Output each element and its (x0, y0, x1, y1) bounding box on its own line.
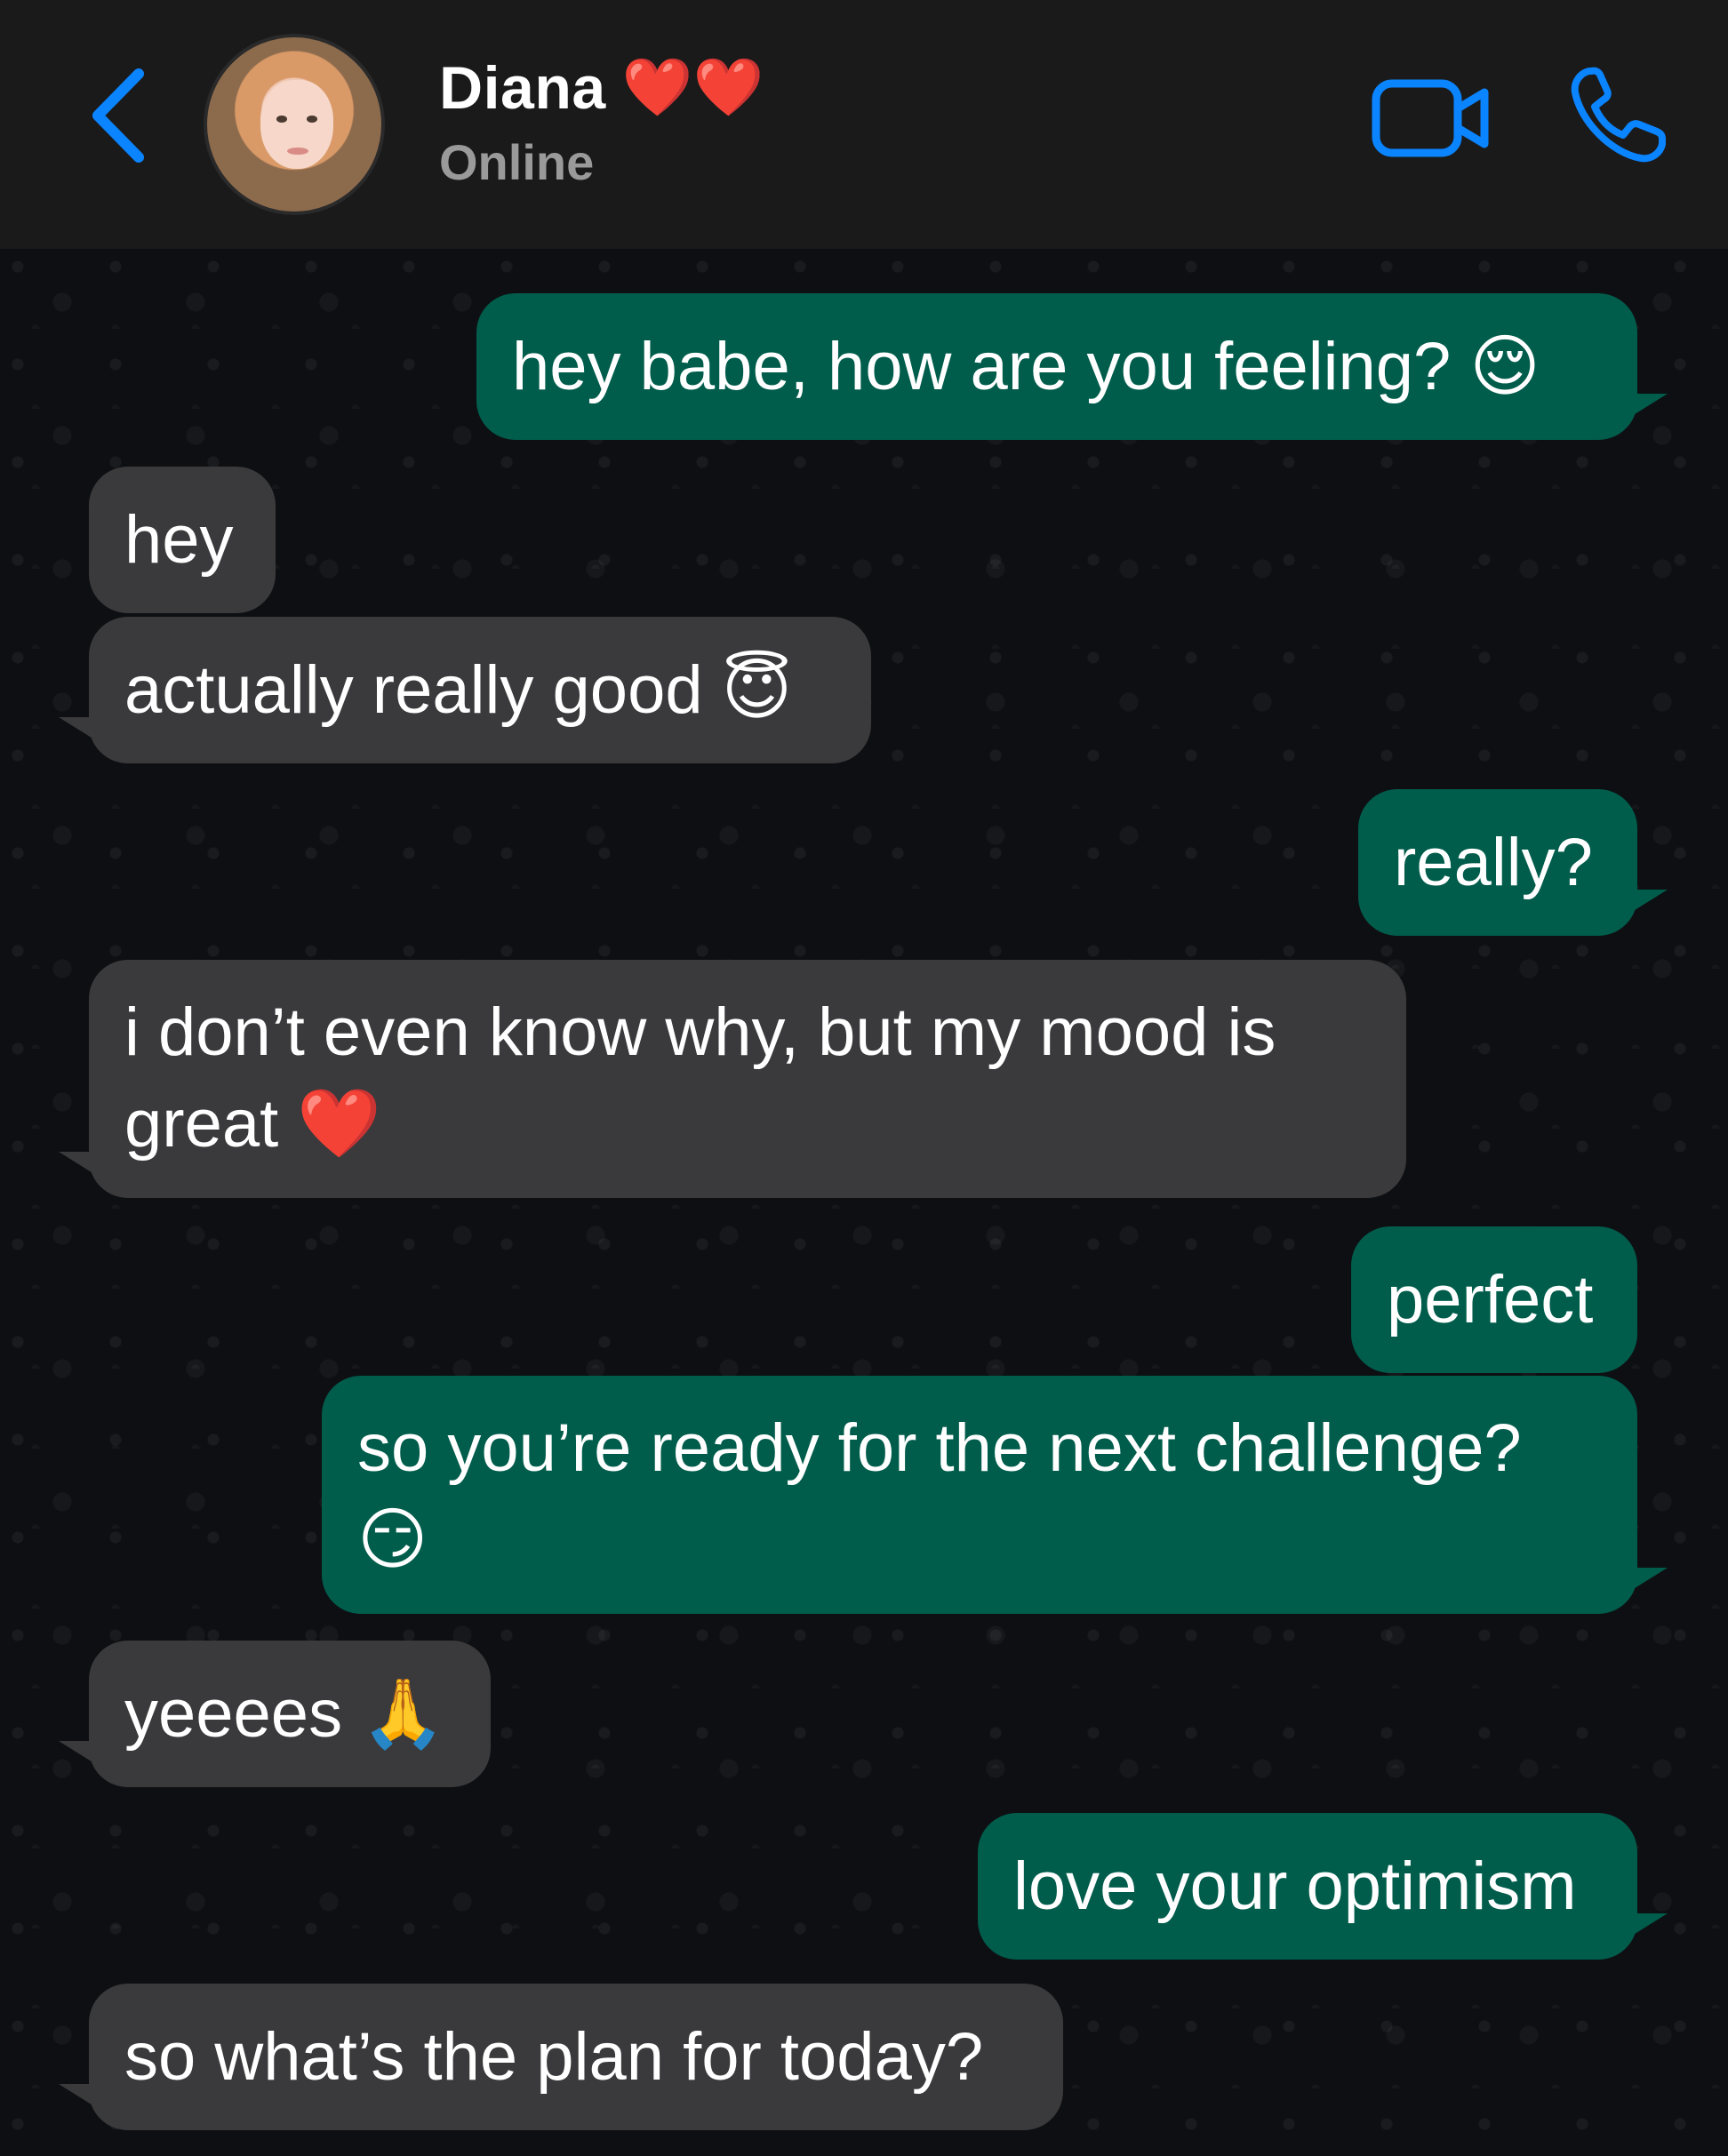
message-list[interactable]: hey babe, how are you feeling? 😌 hey act… (0, 249, 1728, 2156)
message-bubble-sent[interactable]: love your optimism (978, 1813, 1668, 1960)
avatar-lips (287, 148, 308, 155)
phone-icon (1571, 67, 1666, 163)
chevron-left-icon (92, 68, 144, 163)
contact-status: Online (439, 134, 595, 190)
avatar-face (260, 80, 333, 169)
message-bubble-sent[interactable]: hey babe, how are you feeling? 😌 (476, 293, 1668, 440)
message-bubble-sent[interactable]: perfect (1351, 1226, 1637, 1373)
message-bubble-received[interactable]: actually really good 😇 (59, 617, 871, 763)
contact-avatar[interactable] (204, 34, 385, 215)
message-bubble-sent[interactable]: really? (1358, 789, 1668, 936)
name-hearts-emoji: ❤️❤️ (621, 55, 765, 121)
contact-name: Diana (439, 54, 606, 122)
message-bubble-received[interactable]: hey (89, 467, 276, 613)
back-button[interactable] (78, 62, 158, 169)
voice-call-button[interactable] (1564, 62, 1671, 169)
avatar-eye (307, 116, 317, 123)
video-call-button[interactable] (1369, 69, 1493, 167)
message-bubble-received[interactable]: yeeees 🙏 (59, 1641, 491, 1787)
message-bubble-received[interactable]: so what’s the plan for today? (59, 1984, 1063, 2130)
video-camera-icon (1372, 79, 1489, 157)
chat-header: Diana ❤️❤️ Online (0, 0, 1728, 249)
contact-name-row[interactable]: Diana ❤️❤️ (439, 53, 764, 123)
avatar-eye (276, 116, 287, 123)
message-bubble-sent[interactable]: so you’re ready for the next challenge? … (322, 1376, 1668, 1614)
message-bubble-received[interactable]: i don’t even know why, but my mood is gr… (59, 960, 1406, 1198)
